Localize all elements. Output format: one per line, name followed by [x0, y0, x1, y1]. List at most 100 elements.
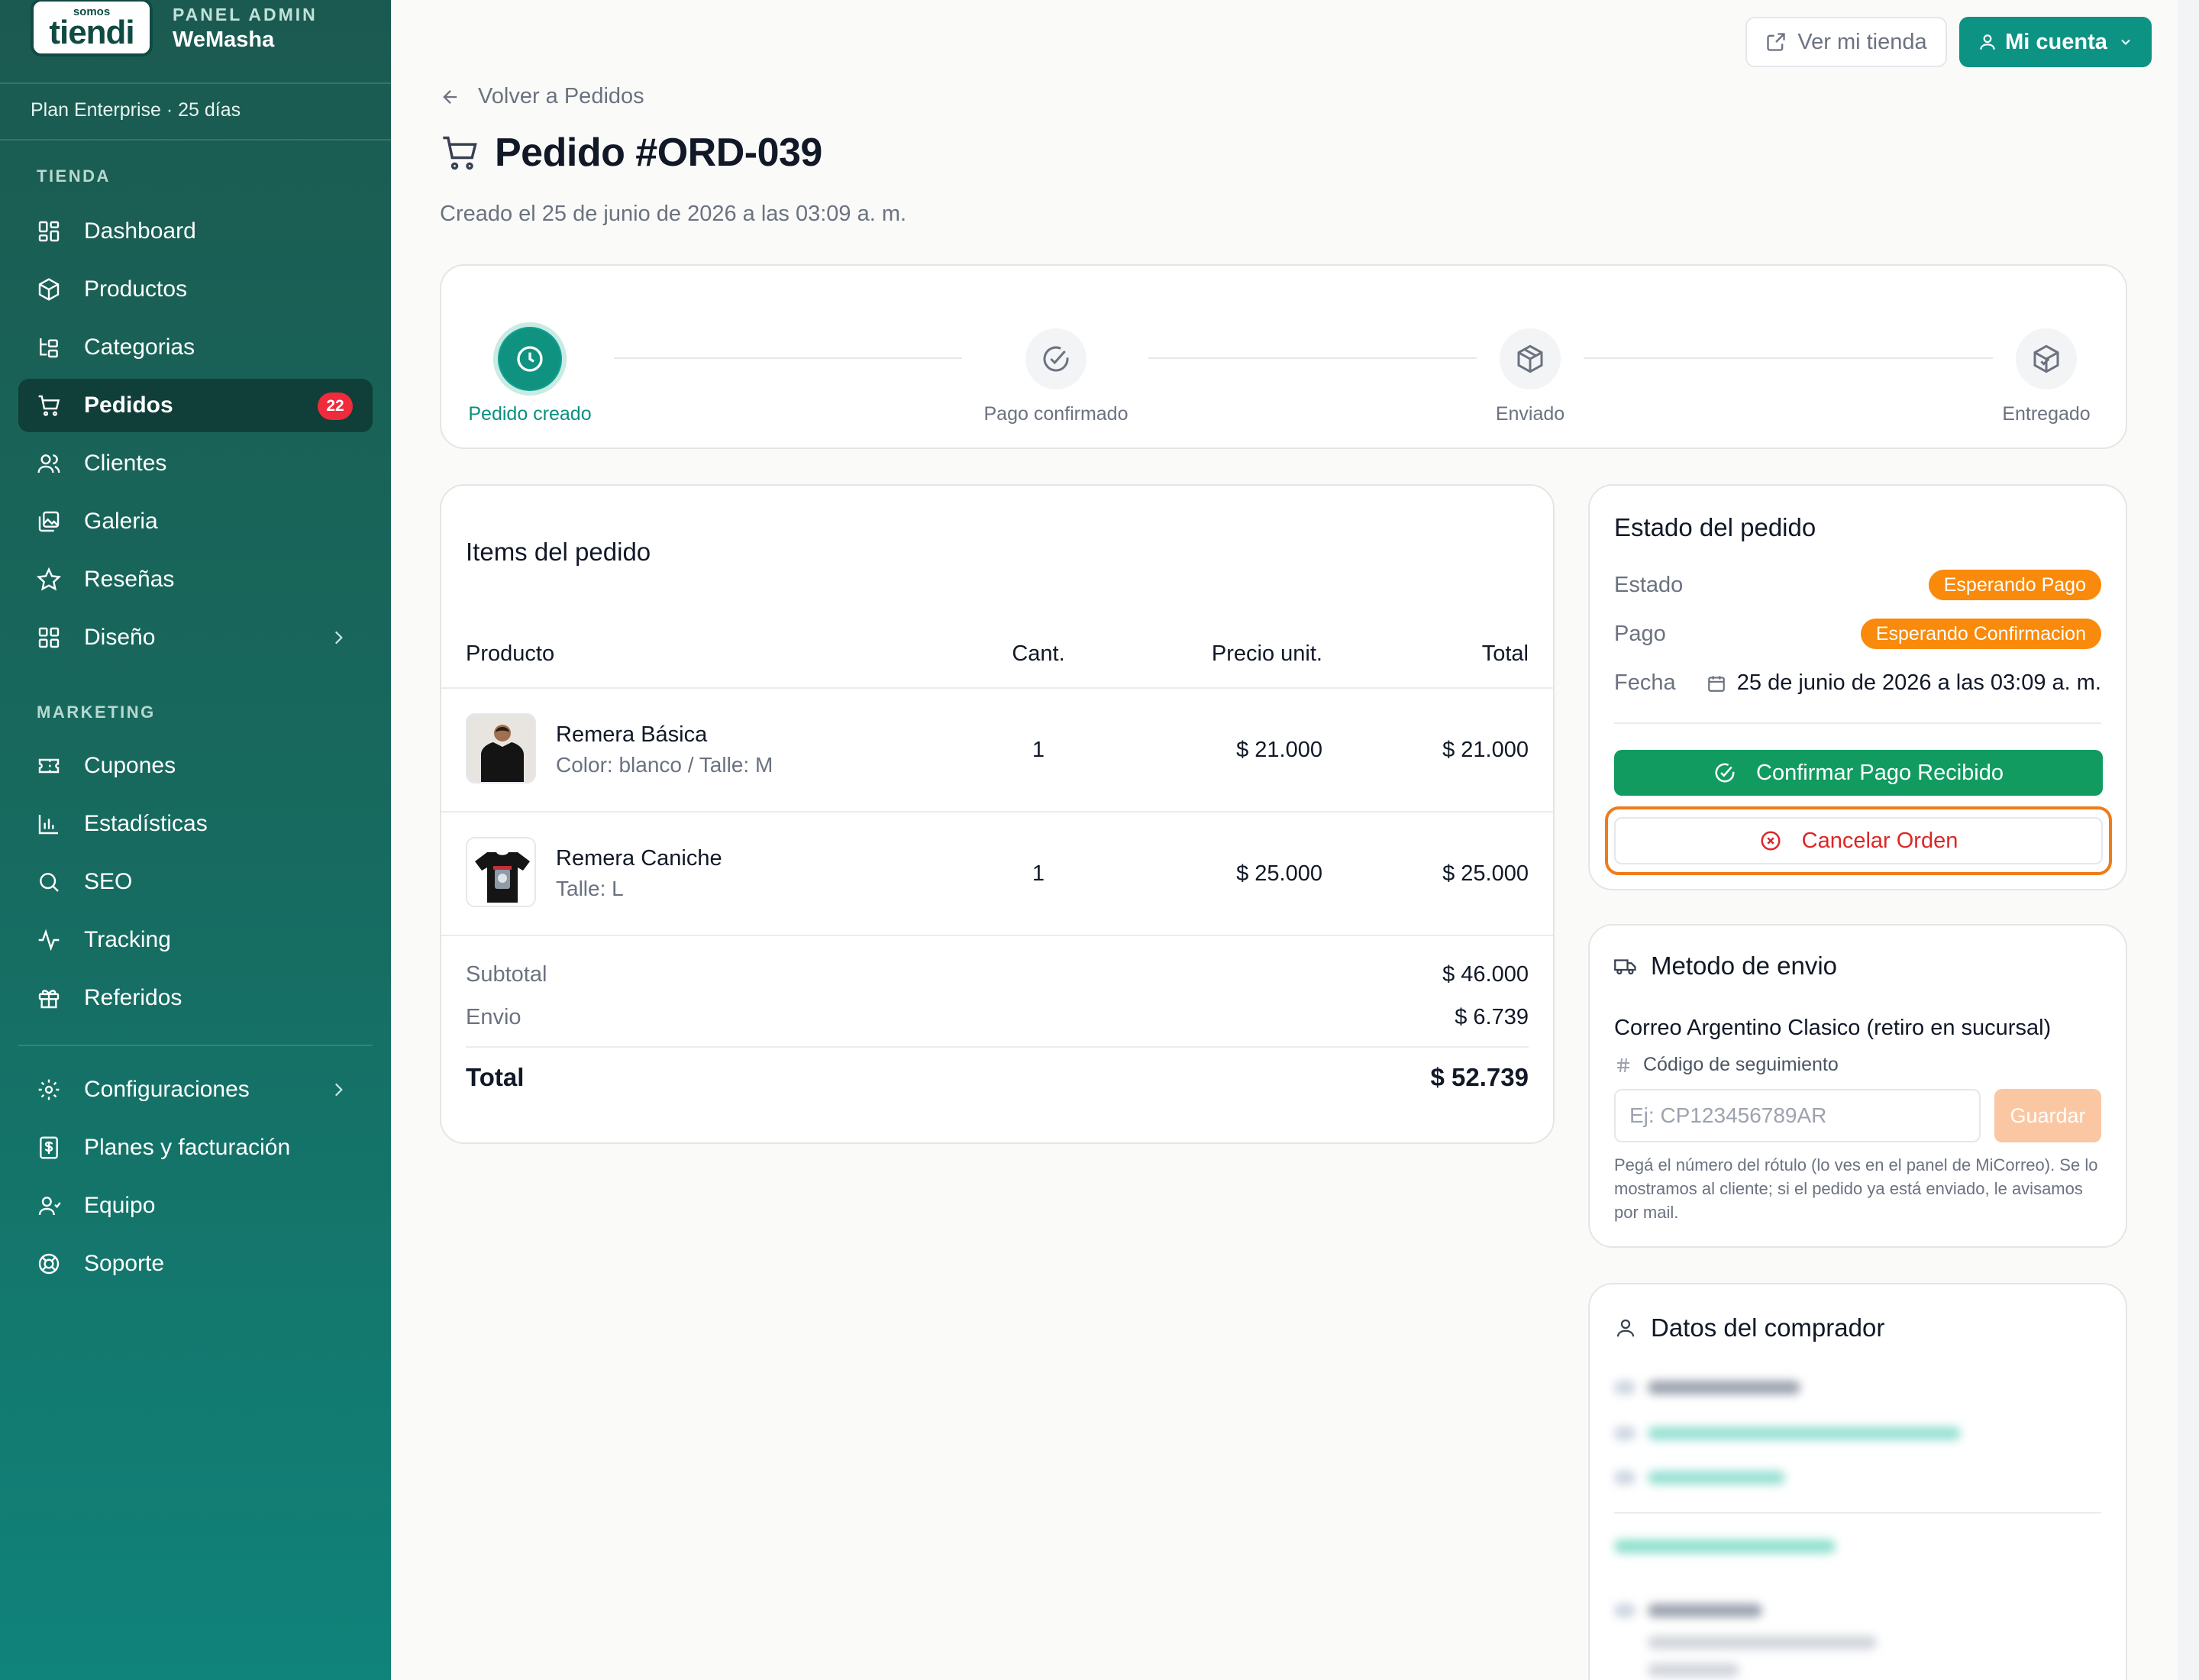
- sidebar-item-label: Pedidos: [84, 393, 173, 418]
- payment-label: Pago: [1614, 622, 1666, 646]
- sidebar-item-label: Estadísticas: [84, 811, 208, 836]
- cart-icon: [440, 133, 480, 173]
- section-marketing-title: MARKETING: [37, 703, 156, 722]
- user-icon: [1614, 1317, 1637, 1339]
- sidebar-item-cupones[interactable]: Cupones: [18, 739, 373, 793]
- column-header-total: Total: [1481, 641, 1529, 666]
- activity-icon: [37, 928, 61, 952]
- product-variant: Color: blanco / Talle: M: [556, 753, 773, 777]
- search-icon: [37, 870, 61, 894]
- sidebar-item-label: Configuraciones: [84, 1077, 250, 1102]
- product-name[interactable]: Remera Básica: [556, 722, 707, 748]
- check-circle-icon: [1041, 344, 1071, 374]
- sidebar-item-label: Reseñas: [84, 567, 175, 592]
- step-label: Enviado: [1495, 403, 1565, 425]
- plan-label: Plan Enterprise · 25 días: [31, 99, 241, 121]
- blurred-icon: [1614, 1426, 1636, 1440]
- arrow-left-icon: [440, 86, 478, 108]
- product-name[interactable]: Remera Caniche: [556, 846, 722, 871]
- subtotal-label: Subtotal: [466, 962, 547, 987]
- total-label: Total: [466, 1063, 525, 1091]
- sidebar-item-referidos[interactable]: Referidos: [18, 971, 373, 1025]
- sidebar-item-label: Planes y facturación: [84, 1135, 291, 1160]
- order-title: Pedido #ORD-039: [495, 131, 822, 175]
- summary-divider: [466, 1046, 1529, 1048]
- back-to-orders-link[interactable]: Volver a Pedidos: [440, 84, 644, 109]
- brand-logo[interactable]: somos tiendi: [31, 0, 153, 57]
- logo-text: tiendi: [49, 14, 134, 51]
- sidebar-item-label: Referidos: [84, 985, 182, 1010]
- sidebar-item-label: Diseño: [84, 625, 156, 650]
- gear-icon: [37, 1077, 61, 1102]
- column-header-unit-price: Precio unit.: [1211, 641, 1322, 666]
- step-delivered: Entregado: [1993, 328, 2100, 425]
- order-date: 25 de junio de 2026 a las 03:09 a. m.: [1707, 670, 2101, 696]
- scrollbar[interactable]: [2178, 0, 2199, 1680]
- categories-icon: [37, 335, 61, 360]
- tracking-code-input[interactable]: [1614, 1089, 1981, 1142]
- shipping-method-card: Metodo de envio Correo Argentino Clasico…: [1588, 924, 2127, 1248]
- order-date-value: 25 de junio de 2026 a las 03:09 a. m.: [1736, 670, 2101, 695]
- sidebar-item-planes[interactable]: Planes y facturación: [18, 1121, 373, 1174]
- sidebar-item-pedidos[interactable]: Pedidos 22: [18, 379, 373, 432]
- sidebar-item-estadisticas[interactable]: Estadísticas: [18, 797, 373, 851]
- view-store-button[interactable]: Ver mi tienda: [1745, 17, 1947, 67]
- sidebar-item-diseno[interactable]: Diseño: [18, 611, 373, 664]
- sidebar-item-galeria[interactable]: Galeria: [18, 495, 373, 548]
- date-label: Fecha: [1614, 670, 1676, 695]
- blurred-text: [1648, 1604, 1762, 1617]
- product-thumbnail[interactable]: [466, 837, 536, 907]
- step-payment-confirmed: Pago confirmado: [976, 328, 1136, 425]
- buyer-data-card: Datos del comprador: [1588, 1283, 2127, 1680]
- chevron-right-icon: [328, 1080, 348, 1100]
- layout-icon: [37, 625, 61, 650]
- subtotal-value: $ 46.000: [1442, 962, 1529, 987]
- sidebar-item-configuraciones[interactable]: Configuraciones: [18, 1063, 373, 1116]
- sidebar-item-categorias[interactable]: Categorias: [18, 321, 373, 374]
- product-variant: Talle: L: [556, 877, 624, 900]
- sidebar-item-resenas[interactable]: Reseñas: [18, 553, 373, 606]
- sidebar-item-label: Productos: [84, 276, 188, 302]
- shipping-cost-value: $ 6.739: [1455, 1005, 1529, 1029]
- step-circle: [1025, 328, 1087, 389]
- external-link-icon: [1765, 31, 1797, 53]
- step-connector: [1584, 357, 1993, 359]
- shipping-title-text: Metodo de envio: [1651, 951, 1838, 980]
- cancel-order-label: Cancelar Orden: [1801, 828, 1958, 853]
- check-circle-icon: [1713, 761, 1756, 784]
- created-date: Creado el 25 de junio de 2026 a las 03:0…: [440, 202, 907, 226]
- sidebar-item-tracking[interactable]: Tracking: [18, 913, 373, 967]
- sidebar: somos tiendi PANEL ADMIN WeMasha Plan En…: [0, 0, 391, 1680]
- cancel-order-button[interactable]: Cancelar Orden: [1614, 817, 2103, 864]
- step-circle: [2016, 328, 2077, 389]
- save-tracking-button[interactable]: Guardar: [1994, 1089, 2101, 1142]
- sidebar-item-seo[interactable]: SEO: [18, 855, 373, 909]
- box-icon: [37, 277, 61, 302]
- sidebar-item-soporte[interactable]: Soporte: [18, 1237, 373, 1291]
- total-value: $ 52.739: [1430, 1063, 1529, 1091]
- sidebar-item-clientes[interactable]: Clientes: [18, 437, 373, 490]
- users-icon: [37, 451, 61, 476]
- sidebar-item-label: Equipo: [84, 1193, 156, 1218]
- step-connector: [614, 357, 962, 359]
- tracking-code-label: Código de seguimiento: [1614, 1054, 1839, 1076]
- buyer-title: Datos del comprador: [1614, 1313, 1884, 1342]
- product-qty: 1: [1032, 738, 1045, 762]
- sidebar-item-equipo[interactable]: Equipo: [18, 1179, 373, 1233]
- account-menu-button[interactable]: Mi cuenta: [1959, 17, 2152, 67]
- step-label: Entregado: [2002, 403, 2091, 425]
- truck-icon: [1614, 955, 1637, 977]
- step-label: Pedido creado: [468, 403, 592, 425]
- orders-count-badge: 22: [318, 393, 353, 420]
- product-thumbnail[interactable]: [466, 713, 536, 783]
- sidebar-item-productos[interactable]: Productos: [18, 263, 373, 316]
- sidebar-item-label: SEO: [84, 869, 133, 894]
- divider: [1614, 722, 2101, 724]
- product-unit-price: $ 25.000: [1236, 861, 1322, 886]
- tracking-hint: Pegá el número del rótulo (lo ves en el …: [1614, 1155, 2098, 1222]
- sidebar-item-dashboard[interactable]: Dashboard: [18, 205, 373, 258]
- table-divider: [441, 687, 1553, 689]
- confirm-payment-button[interactable]: Confirmar Pago Recibido: [1614, 750, 2103, 796]
- product-total: $ 21.000: [1442, 738, 1529, 762]
- back-label: Volver a Pedidos: [478, 84, 644, 108]
